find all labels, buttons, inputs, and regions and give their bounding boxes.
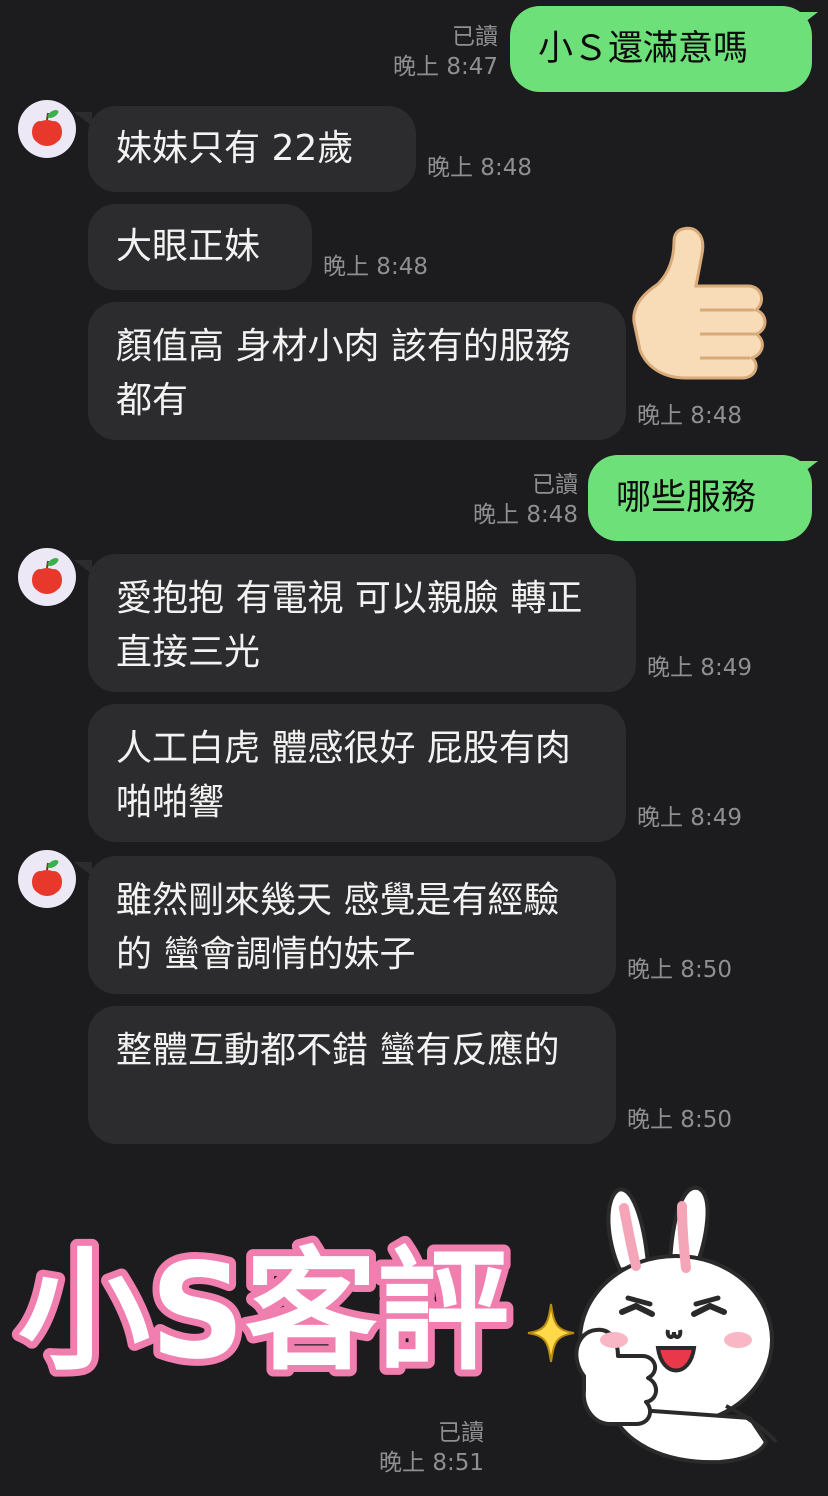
avatar[interactable] bbox=[18, 100, 76, 158]
thumbs-up-emoji-icon bbox=[632, 226, 767, 380]
sticker-caption-text: 小S客評 bbox=[18, 1235, 509, 1385]
read-receipt: 已讀 bbox=[452, 24, 498, 50]
avatar[interactable] bbox=[18, 548, 76, 606]
message-time: 晚上 8:48 bbox=[427, 155, 532, 181]
message-text: 哪些服務 bbox=[616, 478, 757, 518]
message-text: 人工白虎 體感很好 屁股有肉 啪啪響 bbox=[116, 728, 571, 823]
message-time: 晚上 8:50 bbox=[627, 1107, 732, 1133]
message-text: 雖然剛來幾天 感覺是有經驗的 蠻會調情的妹子 bbox=[116, 880, 560, 975]
message-text: 顏值高 身材小肉 該有的服務都有 bbox=[116, 326, 571, 421]
bubble-tail bbox=[74, 560, 92, 574]
avatar[interactable] bbox=[18, 850, 76, 908]
message-meta: 已讀 晚上 8:51 bbox=[356, 1418, 484, 1478]
message-meta: 已讀 晚上 8:48 bbox=[450, 470, 578, 530]
sticker-caption: 小S客評 bbox=[11, 1228, 516, 1385]
bubble-tail bbox=[800, 12, 818, 26]
message-time: 晚上 8:49 bbox=[637, 805, 742, 831]
message-time: 晚上 8:47 bbox=[393, 54, 498, 80]
bubble-tail bbox=[74, 862, 92, 876]
message-text: 整體互動都不錯 蠻有反應的 bbox=[116, 1030, 560, 1071]
incoming-message-bubble[interactable]: 人工白虎 體感很好 屁股有肉 啪啪響 bbox=[88, 704, 626, 842]
sparkle-icon bbox=[527, 1303, 575, 1363]
message-time: 晚上 8:48 bbox=[323, 254, 428, 280]
apple-icon bbox=[32, 860, 62, 896]
read-receipt: 已讀 bbox=[438, 1420, 484, 1446]
outgoing-message-bubble[interactable]: 哪些服務 bbox=[588, 455, 812, 541]
message-time: 晚上 8:49 bbox=[647, 655, 752, 681]
incoming-message-bubble[interactable]: 整體互動都不錯 蠻有反應的 bbox=[88, 1006, 616, 1144]
apple-icon bbox=[32, 110, 62, 146]
incoming-message-bubble[interactable]: 妹妹只有 22歲 bbox=[88, 106, 416, 192]
message-time: 晚上 8:50 bbox=[627, 957, 732, 983]
bunny-thumbs-up-sticker-icon[interactable] bbox=[570, 1180, 790, 1470]
message-text: 小Ｓ還滿意嗎 bbox=[538, 29, 749, 69]
incoming-message-bubble[interactable]: 愛抱抱 有電視 可以親臉 轉正直接三光 bbox=[88, 554, 636, 692]
outgoing-message-bubble[interactable]: 小Ｓ還滿意嗎 bbox=[510, 6, 812, 92]
message-text: 妹妹只有 22歲 bbox=[116, 128, 354, 169]
message-time: 晚上 8:51 bbox=[379, 1450, 484, 1476]
bubble-tail bbox=[800, 461, 818, 475]
message-text: 大眼正妹 bbox=[116, 226, 261, 267]
message-text: 愛抱抱 有電視 可以親臉 轉正直接三光 bbox=[116, 578, 583, 673]
incoming-message-bubble[interactable]: 顏值高 身材小肉 該有的服務都有 bbox=[88, 302, 626, 440]
message-time: 晚上 8:48 bbox=[637, 403, 742, 429]
incoming-message-bubble[interactable]: 雖然剛來幾天 感覺是有經驗的 蠻會調情的妹子 bbox=[88, 856, 616, 994]
apple-icon bbox=[32, 558, 62, 594]
incoming-message-bubble[interactable]: 大眼正妹 bbox=[88, 204, 312, 290]
bubble-tail bbox=[74, 112, 92, 126]
read-receipt: 已讀 bbox=[532, 472, 578, 498]
message-meta: 已讀 晚上 8:47 bbox=[370, 22, 498, 82]
message-time: 晚上 8:48 bbox=[473, 502, 578, 528]
